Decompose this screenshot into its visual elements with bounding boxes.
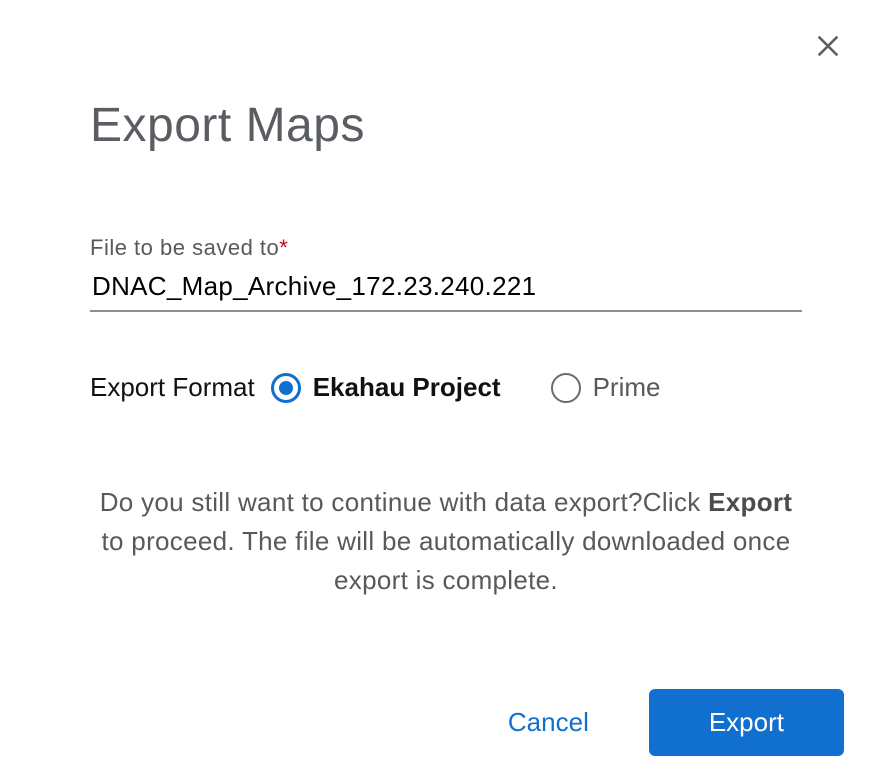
close-button[interactable] — [812, 32, 844, 64]
export-format-label: Export Format — [90, 372, 255, 403]
filename-label-text: File to be saved to — [90, 235, 279, 260]
export-format-row: Export Format Ekahau Project Prime — [90, 372, 802, 403]
required-asterisk: * — [279, 235, 288, 260]
close-icon — [814, 32, 842, 65]
button-row: Cancel Export — [508, 689, 844, 756]
radio-label-prime: Prime — [593, 372, 661, 403]
radio-option-ekahau[interactable]: Ekahau Project — [271, 372, 501, 403]
export-button[interactable]: Export — [649, 689, 844, 756]
cancel-button[interactable]: Cancel — [508, 707, 589, 738]
description-text: Do you still want to continue with data … — [90, 483, 802, 600]
desc-bold: Export — [708, 487, 792, 517]
filename-label: File to be saved to* — [90, 235, 802, 261]
radio-label-ekahau: Ekahau Project — [313, 372, 501, 403]
radio-selected-icon — [271, 373, 301, 403]
desc-part2: to proceed. The file will be automatical… — [102, 526, 791, 595]
desc-part1: Do you still want to continue with data … — [100, 487, 708, 517]
radio-unselected-icon — [551, 373, 581, 403]
export-maps-dialog: Export Maps File to be saved to* Export … — [0, 0, 892, 780]
dialog-title: Export Maps — [90, 98, 802, 153]
filename-input[interactable] — [90, 261, 802, 312]
radio-option-prime[interactable]: Prime — [551, 372, 661, 403]
